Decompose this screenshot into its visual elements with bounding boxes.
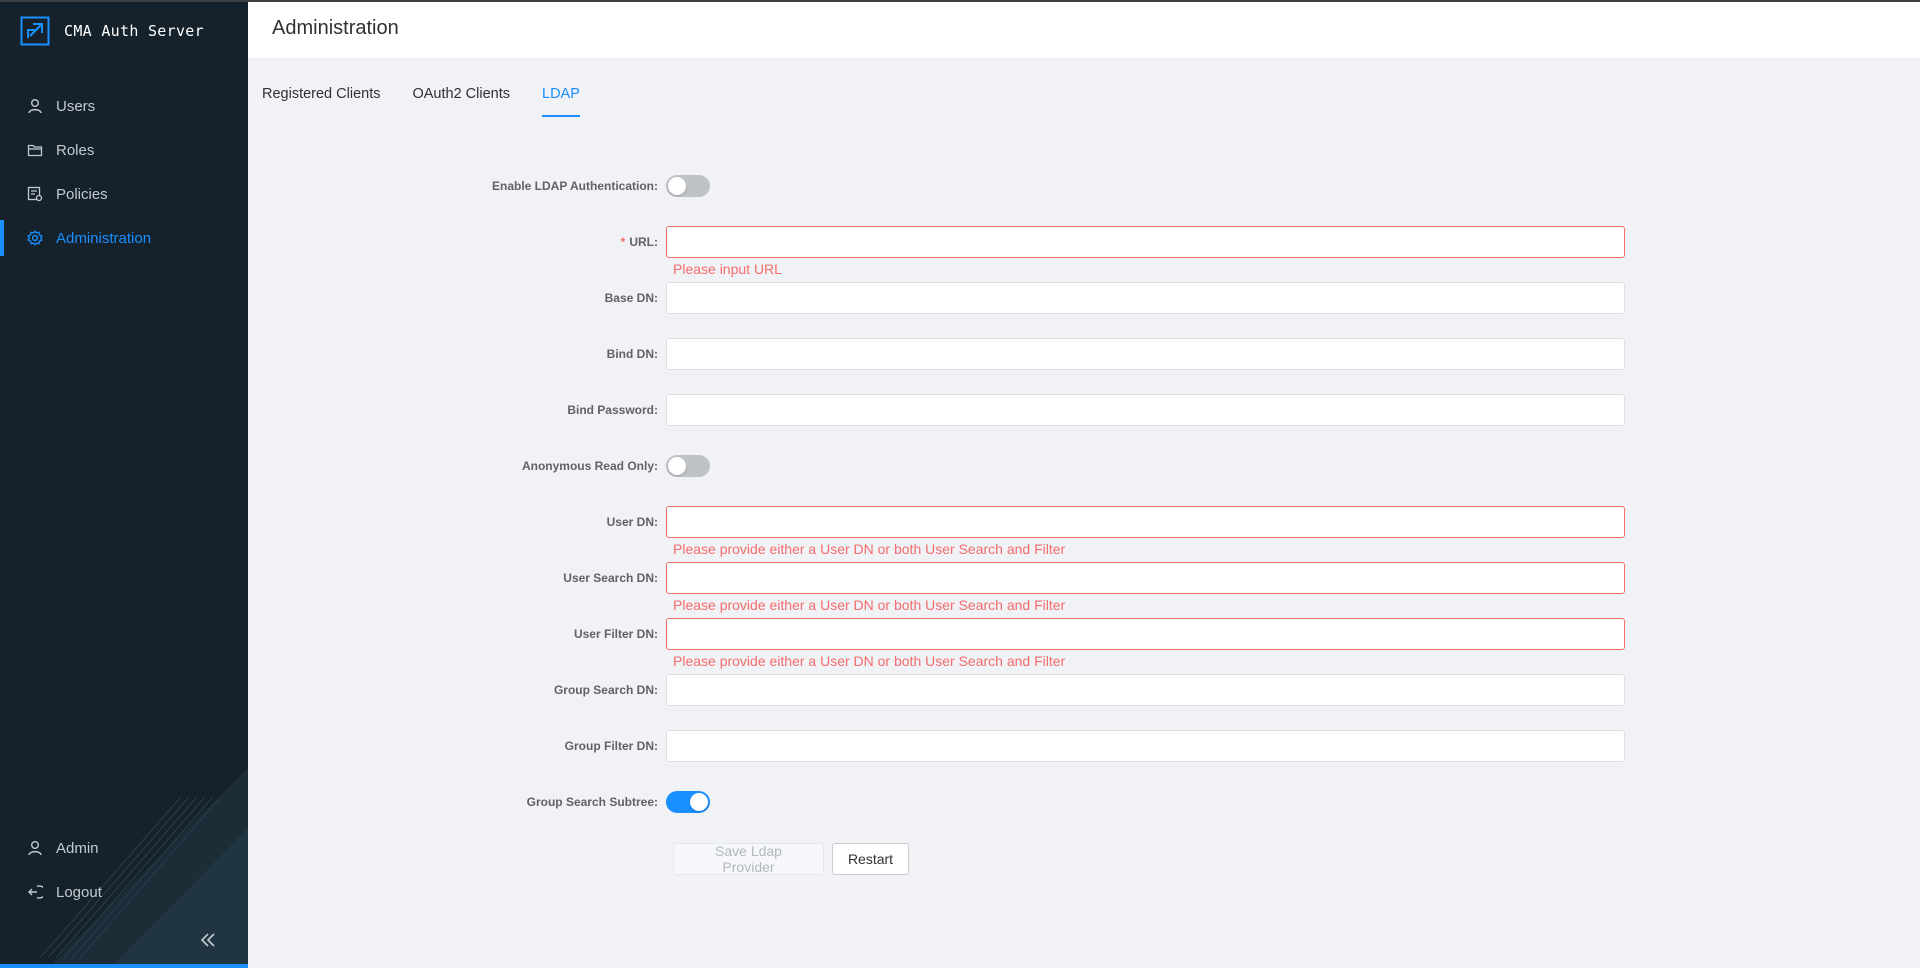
tab-ldap[interactable]: LDAP — [542, 82, 580, 118]
bind-password-input[interactable] — [666, 394, 1625, 426]
sidebar: CMA Auth Server Users Roles Policies Adm… — [0, 0, 248, 968]
sidebar-item-users[interactable]: Users — [0, 86, 248, 126]
bind-password-label: Bind Password — [567, 403, 654, 417]
base-dn-row: Base DN: — [420, 282, 1632, 314]
double-chevron-left-icon — [200, 932, 216, 953]
switch-knob — [690, 793, 708, 811]
sidebar-item-label: Administration — [56, 229, 152, 247]
sidebar-bottom-bar — [0, 964, 248, 968]
save-ldap-provider-button[interactable]: Save Ldap Provider — [673, 843, 824, 875]
user-search-dn-label: User Search DN — [563, 571, 654, 585]
switch-knob — [668, 457, 686, 475]
user-search-dn-input[interactable] — [666, 562, 1625, 594]
group-search-subtree-label: Group Search Subtree — [526, 795, 654, 809]
tab-oauth2-clients[interactable]: OAuth2 Clients — [412, 82, 510, 118]
sidebar-item-logout[interactable]: Logout — [0, 872, 248, 912]
sidebar-item-roles[interactable]: Roles — [0, 130, 248, 170]
bind-dn-label: Bind DN — [606, 347, 654, 361]
user-filter-dn-label: User Filter DN — [573, 627, 654, 641]
policy-icon — [26, 185, 44, 203]
tab-registered-clients[interactable]: Registered Clients — [262, 82, 380, 118]
restart-button[interactable]: Restart — [832, 843, 909, 875]
sidebar-item-label: Logout — [56, 883, 102, 901]
sidebar-item-admin[interactable]: Admin — [0, 828, 248, 868]
user-dn-label: User DN — [606, 515, 654, 529]
group-search-dn-label: Group Search DN — [553, 683, 654, 697]
page-title: Administration — [272, 17, 399, 39]
group-search-dn-row: Group Search DN: — [420, 674, 1632, 706]
switch-knob — [668, 177, 686, 195]
url-row: * URL: — [420, 226, 1632, 258]
app-logo-icon — [20, 16, 50, 46]
group-search-subtree-switch[interactable] — [666, 791, 710, 813]
admin-tabs: Registered Clients OAuth2 Clients LDAP — [262, 82, 612, 118]
user-filter-dn-row: User Filter DN: — [420, 618, 1632, 650]
bind-password-row: Bind Password: — [420, 394, 1632, 426]
user-search-dn-error: Please provide either a User DN or both … — [673, 597, 1066, 613]
enable-ldap-switch[interactable] — [666, 175, 710, 197]
base-dn-label: Base DN — [604, 291, 654, 305]
url-error: Please input URL — [673, 261, 782, 277]
user-icon — [26, 97, 44, 115]
brand[interactable]: CMA Auth Server — [20, 15, 204, 47]
user-dn-error: Please provide either a User DN or both … — [673, 541, 1066, 557]
enable-ldap-row: Enable LDAP Authentication: — [420, 170, 1632, 202]
url-input[interactable] — [666, 226, 1625, 258]
sidebar-item-administration[interactable]: Administration — [0, 218, 248, 258]
enable-ldap-label: Enable LDAP Authentication — [491, 179, 654, 193]
url-label: URL — [629, 235, 654, 249]
collapse-sidebar-button[interactable] — [196, 930, 220, 954]
anonymous-read-only-switch[interactable] — [666, 455, 710, 477]
bind-dn-input[interactable] — [666, 338, 1625, 370]
gear-icon — [26, 229, 44, 247]
group-search-dn-input[interactable] — [666, 674, 1625, 706]
group-filter-dn-label: Group Filter DN — [564, 739, 654, 753]
page-header: Administration — [248, 2, 1920, 58]
user-filter-dn-error: Please provide either a User DN or both … — [673, 653, 1066, 669]
user-dn-row: User DN: — [420, 506, 1632, 538]
top-border — [0, 0, 1920, 2]
sidebar-item-label: Users — [56, 97, 96, 115]
anonymous-read-only-label: Anonymous Read Only — [521, 459, 654, 473]
sidebar-item-label: Admin — [56, 839, 99, 857]
sidebar-item-label: Policies — [56, 185, 108, 203]
sidebar-item-label: Roles — [56, 141, 95, 159]
user-filter-dn-input[interactable] — [666, 618, 1625, 650]
folder-icon — [26, 141, 44, 159]
user-icon — [26, 839, 44, 857]
logout-icon — [26, 883, 44, 901]
group-filter-dn-row: Group Filter DN: — [420, 730, 1632, 762]
required-asterisk: * — [620, 235, 626, 249]
anonymous-read-only-row: Anonymous Read Only: — [420, 450, 1632, 482]
user-search-dn-row: User Search DN: — [420, 562, 1632, 594]
app-title: CMA Auth Server — [64, 22, 204, 40]
base-dn-input[interactable] — [666, 282, 1625, 314]
user-dn-input[interactable] — [666, 506, 1625, 538]
sidebar-item-policies[interactable]: Policies — [0, 174, 248, 214]
group-filter-dn-input[interactable] — [666, 730, 1625, 762]
group-search-subtree-row: Group Search Subtree: — [420, 786, 1632, 818]
bind-dn-row: Bind DN: — [420, 338, 1632, 370]
